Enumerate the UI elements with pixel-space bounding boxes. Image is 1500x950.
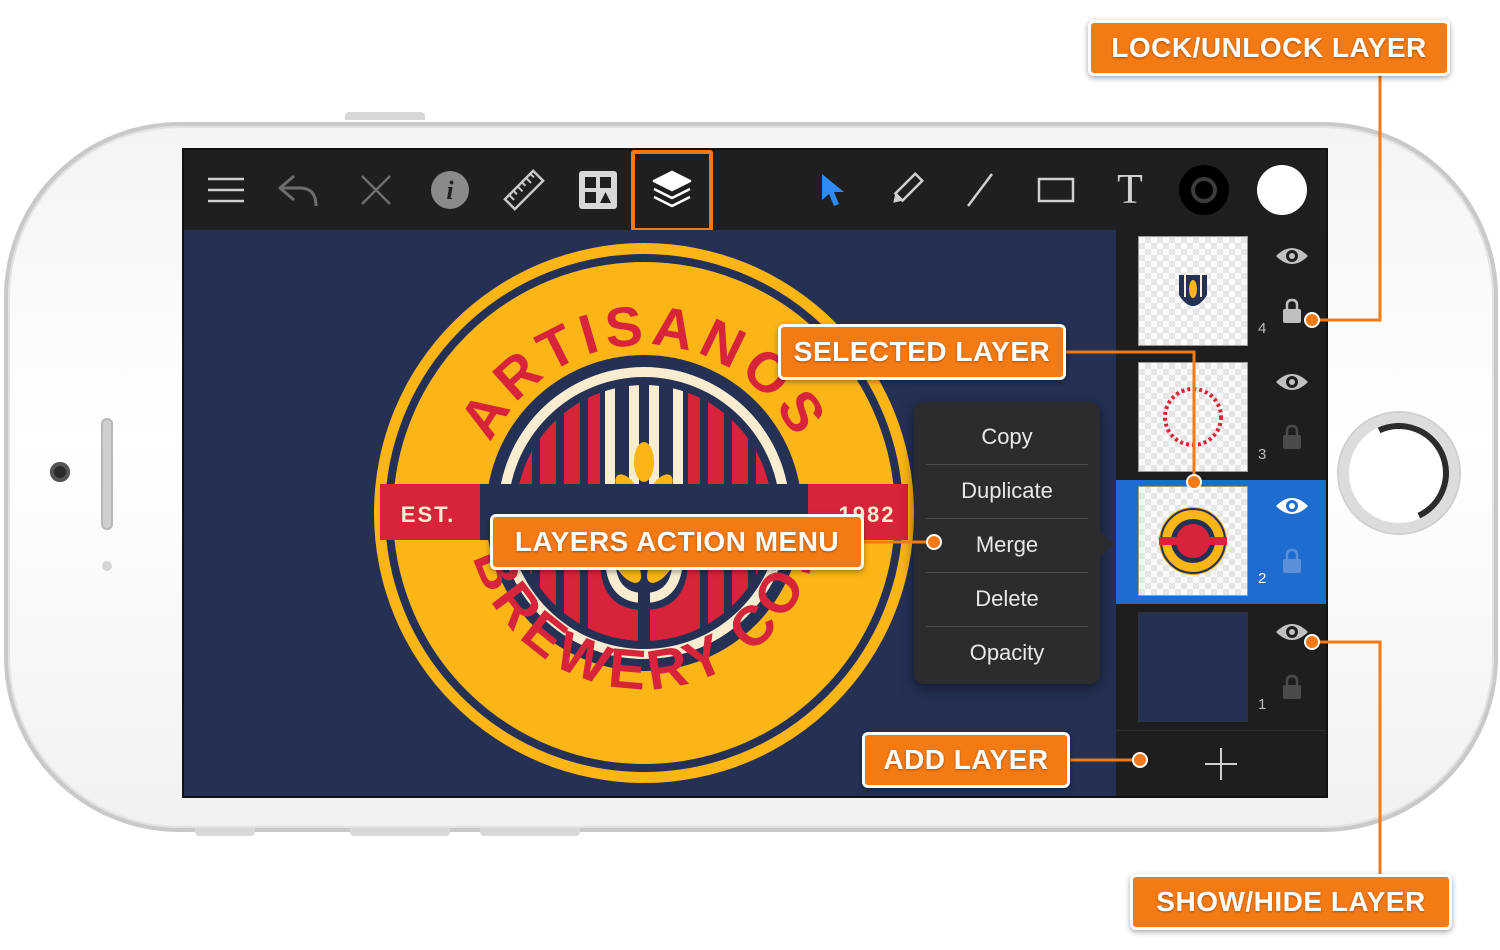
callout-add-layer: ADD LAYER [862, 732, 1070, 788]
callout-layers-action-menu: LAYERS ACTION MENU [490, 514, 864, 570]
callout-connectors [862, 75, 1382, 876]
callout-lock-unlock: LOCK/UNLOCK LAYER [1088, 20, 1450, 76]
callout-selected-layer: SELECTED LAYER [778, 324, 1066, 380]
callout-show-hide: SHOW/HIDE LAYER [1130, 874, 1452, 930]
